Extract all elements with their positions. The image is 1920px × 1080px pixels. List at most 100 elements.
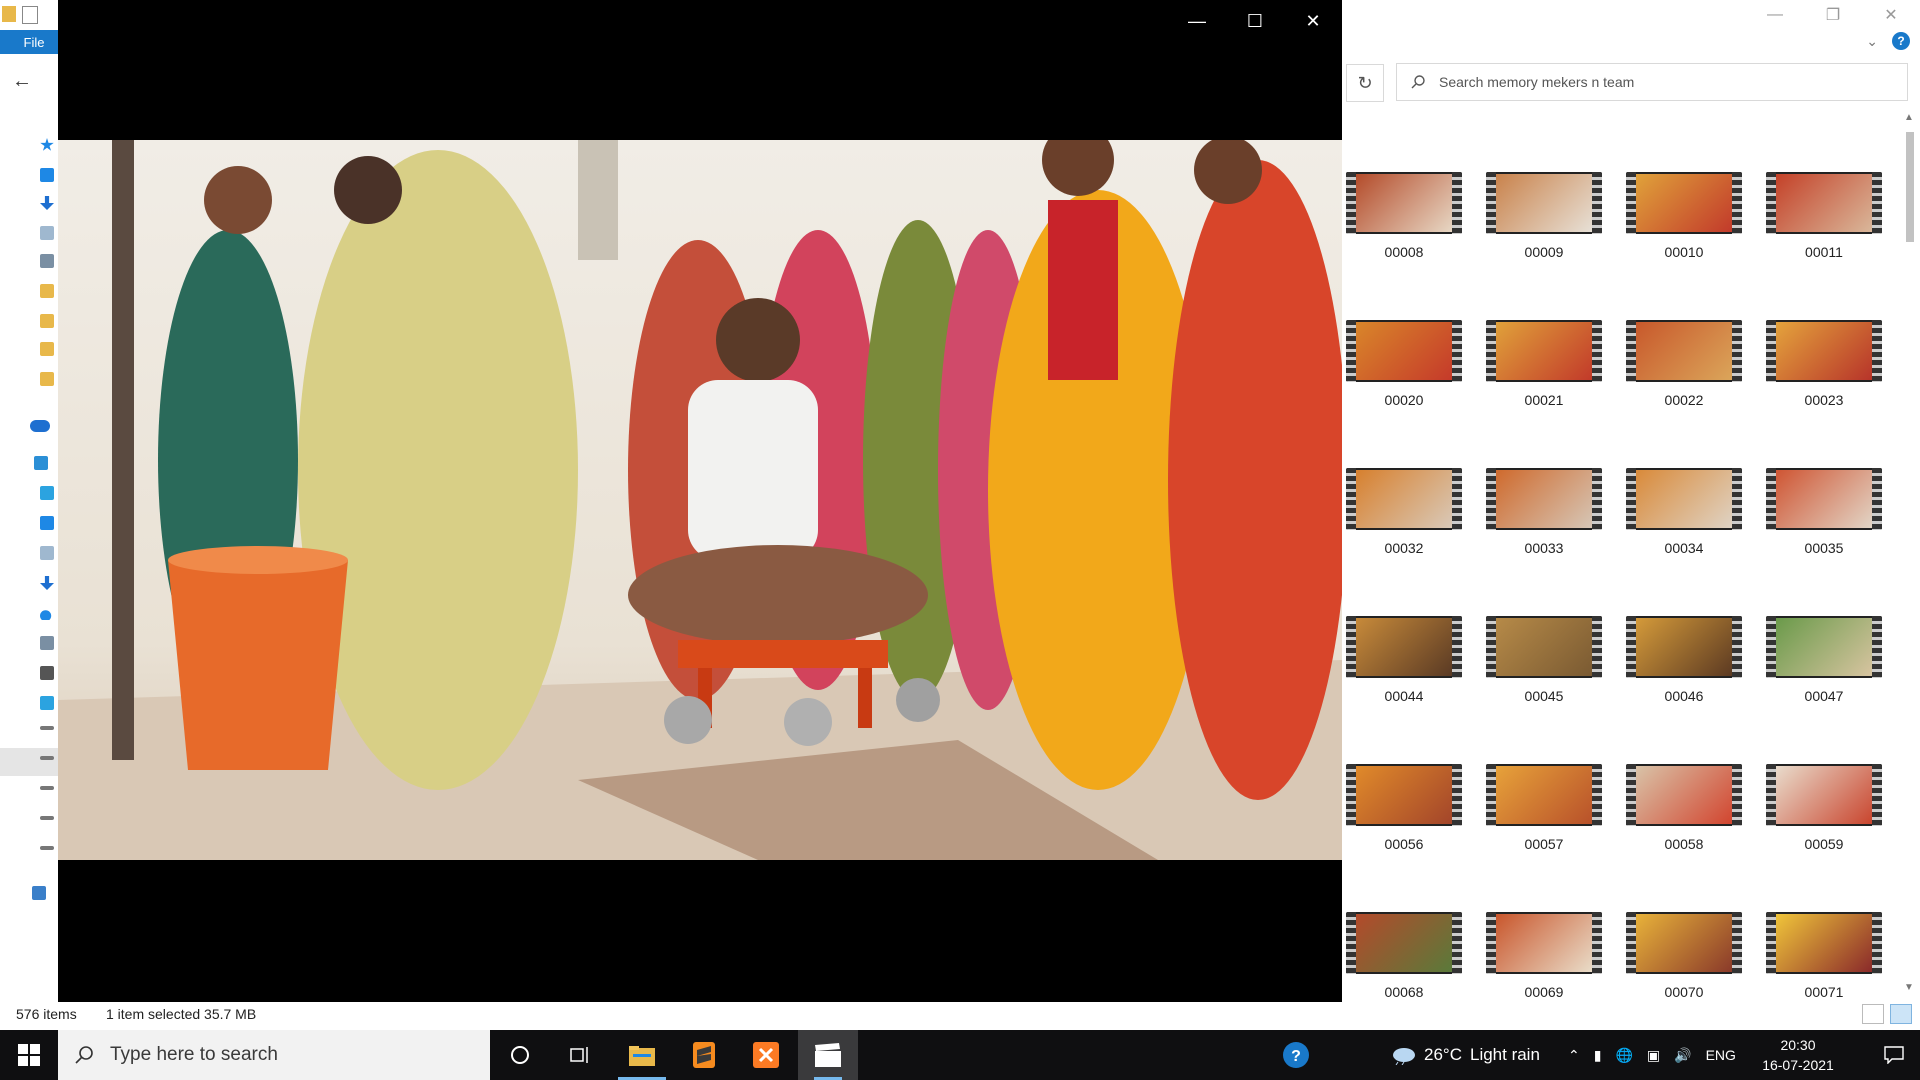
player-maximize-button[interactable]: ☐	[1226, 0, 1284, 42]
properties-icon[interactable]	[22, 6, 38, 24]
music-icon[interactable]	[40, 610, 52, 620]
folder-icon[interactable]	[40, 372, 54, 386]
drive-icon[interactable]	[40, 786, 54, 790]
scrollbar-thumb[interactable]	[1906, 132, 1914, 242]
video-file-item[interactable]: 00059	[1762, 760, 1902, 908]
star-icon[interactable]	[40, 138, 54, 151]
close-button[interactable]: ✕	[1862, 0, 1920, 30]
film-strip-edge	[1452, 912, 1462, 974]
weather-widget[interactable]: 26°C Light rain	[1390, 1030, 1540, 1080]
minimize-button[interactable]: —	[1746, 0, 1804, 30]
refresh-button[interactable]: ↻	[1346, 64, 1384, 102]
scroll-up-arrow-icon[interactable]: ▲	[1904, 112, 1914, 123]
downloads-icon[interactable]	[40, 196, 54, 210]
thumbnail-image	[1636, 174, 1732, 232]
folder-icon[interactable]	[2, 6, 16, 22]
clock[interactable]: 20:30 16-07-2021	[1755, 1030, 1841, 1080]
video-file-item[interactable]: 00020	[1342, 316, 1482, 464]
player-close-button[interactable]: ✕	[1284, 0, 1342, 42]
file-name: 00056	[1384, 836, 1424, 852]
video-file-item[interactable]: 00033	[1482, 464, 1622, 612]
video-file-item[interactable]: 00056	[1342, 760, 1482, 908]
search-input[interactable]: Search memory mekers n team	[1439, 74, 1634, 90]
start-button[interactable]	[0, 1030, 58, 1080]
details-view-button[interactable]	[1862, 1004, 1884, 1024]
videos-icon[interactable]	[40, 666, 54, 680]
language-indicator[interactable]: ENG	[1706, 1047, 1736, 1063]
video-file-item[interactable]: 00008	[1342, 168, 1482, 316]
sublime-text-icon[interactable]	[674, 1030, 734, 1080]
video-file-item[interactable]: 00032	[1342, 464, 1482, 612]
video-file-item[interactable]: 00011	[1762, 168, 1902, 316]
expand-ribbon-icon[interactable]: ⌄	[1866, 33, 1878, 50]
video-file-item[interactable]: 00044	[1342, 612, 1482, 760]
desktop-icon[interactable]	[40, 168, 54, 182]
taskbar-search-box[interactable]: Type here to search	[58, 1030, 490, 1080]
documents-icon[interactable]	[40, 546, 54, 560]
video-file-item[interactable]: 00034	[1622, 464, 1762, 612]
file-explorer-taskbar-icon[interactable]	[612, 1030, 672, 1080]
help-icon[interactable]: ?	[1892, 32, 1910, 50]
thumbnail-image	[1636, 618, 1732, 676]
video-file-item[interactable]: 00021	[1482, 316, 1622, 464]
local-disk-icon[interactable]	[40, 696, 54, 710]
video-file-item[interactable]: 00046	[1622, 612, 1762, 760]
explorer-window-controls: — ❐ ✕	[1746, 0, 1920, 30]
drive-icon[interactable]	[40, 726, 54, 730]
back-arrow-icon[interactable]: ←	[12, 70, 32, 93]
3d-objects-icon[interactable]	[40, 486, 54, 500]
vertical-scrollbar[interactable]: ▲ ▼	[1900, 108, 1920, 998]
help-tips-icon[interactable]: ?	[1266, 1030, 1326, 1080]
film-strip-edge	[1766, 468, 1776, 530]
thumbnail-image	[1776, 174, 1872, 232]
video-file-item[interactable]: 00009	[1482, 168, 1622, 316]
thumbnail-image	[1776, 914, 1872, 972]
restore-button[interactable]: ❐	[1804, 0, 1862, 30]
player-minimize-button[interactable]: —	[1168, 0, 1226, 42]
folder-icon[interactable]	[40, 284, 54, 298]
desktop-icon[interactable]	[40, 516, 54, 530]
movies-tv-icon[interactable]	[798, 1030, 858, 1080]
video-file-item[interactable]: 00035	[1762, 464, 1902, 612]
video-file-item[interactable]: 00057	[1482, 760, 1622, 908]
network-globe-icon[interactable]: 🌐	[1615, 1047, 1632, 1064]
documents-icon[interactable]	[40, 226, 54, 240]
task-view-icon[interactable]	[550, 1030, 610, 1080]
folder-icon[interactable]	[40, 314, 54, 328]
thumbnail-image	[1776, 470, 1872, 528]
scroll-down-arrow-icon[interactable]: ▼	[1904, 982, 1914, 993]
pictures-icon[interactable]	[40, 254, 54, 268]
taskbar-search-input[interactable]: Type here to search	[110, 1044, 278, 1066]
video-file-item[interactable]: 00022	[1622, 316, 1762, 464]
video-file-item[interactable]: 00058	[1622, 760, 1762, 908]
selected-nav-item[interactable]	[0, 748, 60, 776]
this-pc-icon[interactable]	[34, 456, 48, 470]
volume-icon[interactable]: 🔊	[1674, 1047, 1691, 1064]
xampp-icon[interactable]	[736, 1030, 796, 1080]
video-file-item[interactable]: 00010	[1622, 168, 1762, 316]
thumbnail-image	[1356, 322, 1452, 380]
show-hidden-icons-icon[interactable]: ⌃	[1568, 1047, 1580, 1064]
video-file-item[interactable]: 00047	[1762, 612, 1902, 760]
film-strip-edge	[1626, 764, 1636, 826]
video-file-item[interactable]: 00023	[1762, 316, 1902, 464]
cortana-icon[interactable]	[490, 1030, 550, 1080]
video-file-item[interactable]: 00045	[1482, 612, 1622, 760]
battery-icon[interactable]: ▮	[1594, 1047, 1602, 1064]
network-icon[interactable]	[32, 886, 46, 900]
security-icon[interactable]: ▣	[1647, 1047, 1660, 1064]
pictures-icon[interactable]	[40, 636, 54, 650]
onedrive-icon[interactable]	[30, 420, 50, 432]
quick-access-toolbar	[0, 0, 60, 30]
large-icons-view-button[interactable]	[1890, 1004, 1912, 1024]
drive-icon[interactable]	[40, 816, 54, 820]
video-frame[interactable]	[58, 140, 1342, 860]
folder-icon[interactable]	[40, 342, 54, 356]
drive-icon[interactable]	[40, 756, 54, 760]
drive-icon[interactable]	[40, 846, 54, 850]
film-strip-edge	[1592, 172, 1602, 234]
file-name: 00046	[1664, 688, 1704, 704]
action-center-icon[interactable]	[1868, 1030, 1920, 1080]
downloads-icon[interactable]	[40, 576, 54, 590]
search-box[interactable]: Search memory mekers n team	[1396, 63, 1908, 101]
